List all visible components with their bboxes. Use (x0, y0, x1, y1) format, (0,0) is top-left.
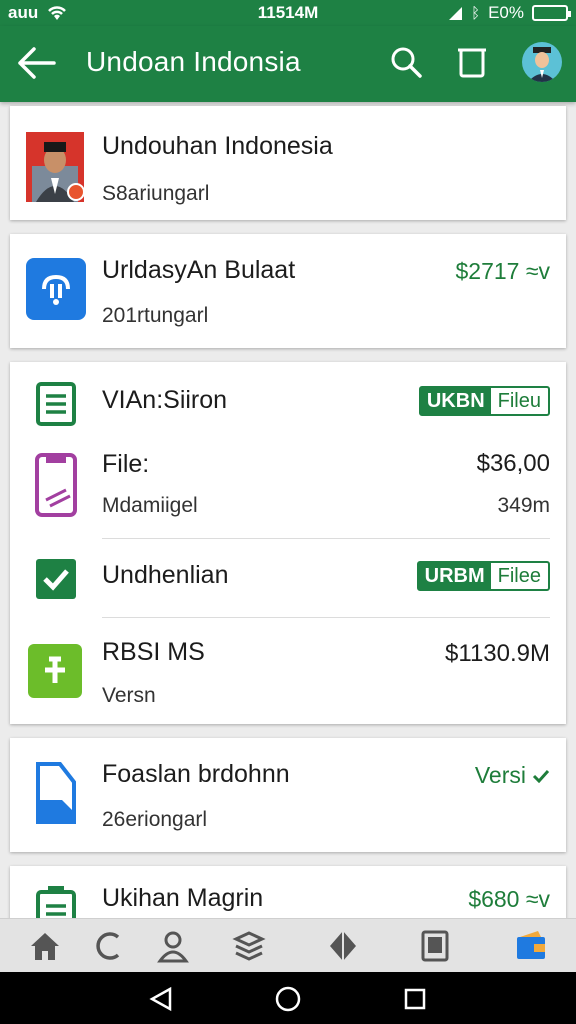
list-group: VIAn:Siiron UKBN Fileu File: Mdamiigel $… (10, 362, 566, 724)
list-item[interactable]: File: Mdamiigel $36,00 349m (10, 442, 566, 538)
podcast-app-icon (26, 258, 86, 320)
back-icon[interactable] (148, 986, 174, 1012)
item-subtitle: 201rtungarl (102, 304, 209, 327)
status-bar: auu 11514M ᛒ E0% (0, 0, 576, 26)
layers-icon[interactable] (232, 929, 266, 963)
item-title: Ukihan Magrin (102, 884, 264, 912)
item-subtitle: Versn (102, 684, 156, 707)
file-tag[interactable]: UKBN Fileu (418, 386, 550, 416)
item-amount: $1130.9M (445, 640, 550, 667)
checkbox-checked-icon[interactable] (36, 559, 76, 599)
home-icon[interactable] (28, 929, 62, 963)
battery-icon (532, 5, 571, 21)
item-subtitle: Mdamiigel (102, 494, 198, 517)
clipboard-icon (36, 886, 76, 918)
wallet-icon[interactable] (514, 929, 548, 963)
item-sub-amount: 349m (497, 494, 550, 517)
avatar[interactable] (522, 42, 562, 82)
item-title: RBSI MS (102, 638, 205, 666)
list-item[interactable]: Ukihan Magrin $680 ≈v (10, 866, 566, 918)
refresh-icon[interactable] (92, 929, 126, 963)
signal-icon (447, 5, 463, 21)
item-subtitle: 26eriongarl (102, 808, 208, 831)
item-subtitle: S8ariungarl (102, 182, 210, 205)
home-icon[interactable] (275, 986, 301, 1012)
list-item[interactable]: Foaslan brdohnn 26eriongarl Versi (10, 738, 566, 852)
recents-icon[interactable] (402, 986, 428, 1012)
bluetooth-icon: ᛒ (471, 4, 481, 22)
system-navigation (0, 972, 576, 1024)
item-title: UrldasуAn Bulaat (102, 256, 296, 284)
app-bar: Undoan Indonsia (0, 26, 576, 102)
list-item[interactable]: Undouhan Indonesia S8ariungarl (10, 106, 566, 220)
file-edit-icon (34, 452, 78, 518)
list-item[interactable]: RBSI MS Versn $1130.9M (10, 618, 566, 722)
status-label: Versi (474, 762, 526, 788)
item-amount: $2717 ≈v (455, 258, 550, 284)
app-bar-title: Undoan Indonsia (86, 46, 301, 77)
list-item[interactable]: UrldasуAn Bulaat 201rtungarl $2717 ≈v (10, 234, 566, 348)
tablet-icon[interactable] (418, 929, 452, 963)
item-title: Undhenlian (102, 561, 229, 589)
item-title: Foaslan brdohnn (102, 760, 290, 788)
document-blue-icon (34, 760, 78, 826)
contact-photo (26, 132, 84, 202)
check-icon (532, 769, 550, 783)
tag-code: URBM (418, 563, 491, 589)
back-arrow-icon[interactable] (16, 44, 58, 82)
item-title: VIAn:Siiron (102, 386, 228, 414)
item-title: File: (102, 450, 150, 478)
list-item[interactable]: Undhenlian URBM Filee (10, 539, 566, 617)
list-item[interactable]: VIAn:Siiron UKBN Fileu (10, 362, 566, 442)
tag-label: Fileu (497, 389, 541, 412)
document-icon (36, 382, 76, 426)
file-tag[interactable]: URBM Filee (416, 561, 550, 591)
search-icon[interactable] (388, 44, 424, 80)
item-amount: $36,00 (476, 450, 550, 477)
transaction-list: Undouhan Indonesia S8ariungarl UrldasуAn… (0, 102, 576, 918)
diamond-icon[interactable] (326, 929, 360, 963)
profile-icon[interactable] (156, 929, 190, 963)
payment-app-icon (28, 644, 82, 698)
item-amount: $680 ≈v (468, 886, 550, 912)
bottom-navigation (0, 918, 576, 972)
item-title: Undouhan Indonesia (102, 132, 333, 160)
tag-label: Filee (497, 564, 541, 587)
tag-code: UKBN (420, 388, 491, 414)
battery-percent: E0% (488, 3, 524, 22)
status-badge: Versi (475, 762, 550, 789)
clipboard-icon[interactable] (454, 44, 490, 80)
